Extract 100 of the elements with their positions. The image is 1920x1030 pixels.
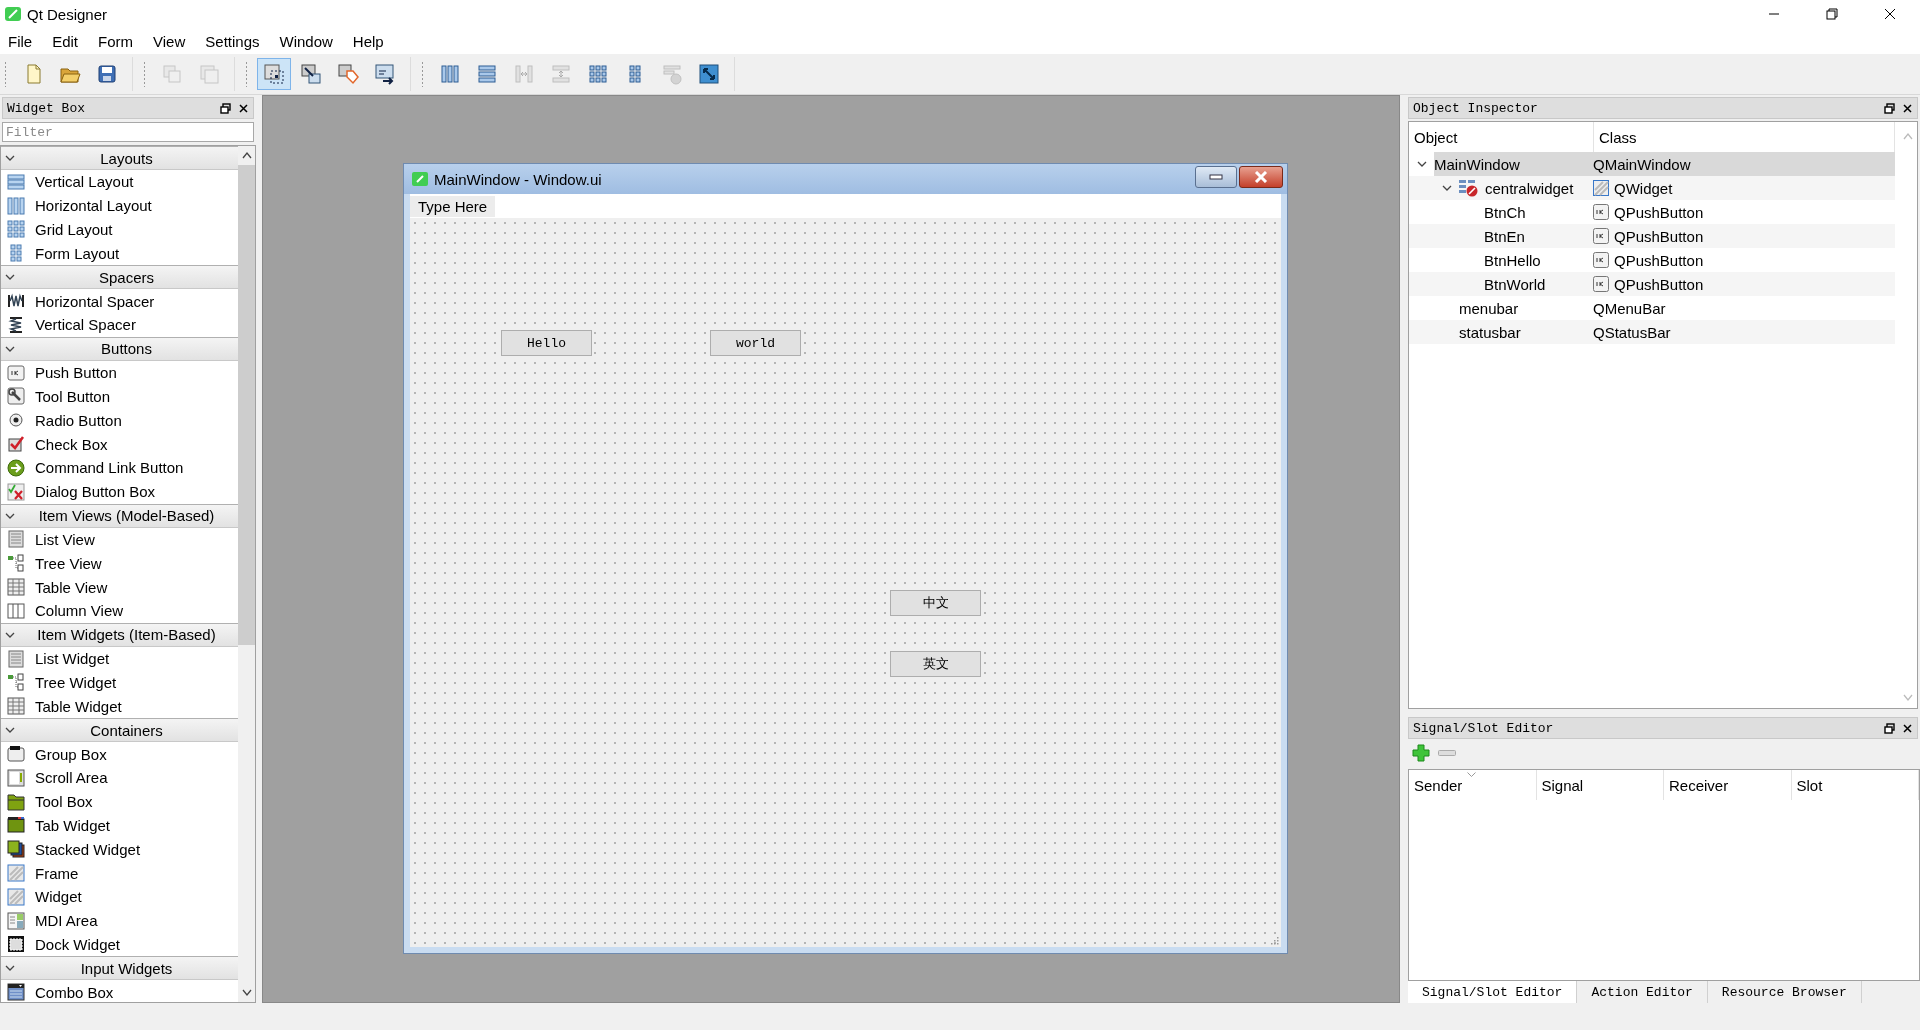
float-icon[interactable] (1884, 102, 1895, 114)
widget-item[interactable]: Vertical Layout (1, 170, 238, 194)
close-icon[interactable] (238, 102, 249, 114)
widget-item[interactable]: List Widget (1, 646, 238, 671)
vertical-split-icon (550, 63, 572, 85)
widget-item[interactable]: List View (1, 527, 238, 552)
widget-item[interactable]: Grid Layout (1, 217, 238, 242)
add-icon[interactable] (1412, 744, 1430, 762)
category-header[interactable]: Buttons (1, 336, 238, 361)
category-header[interactable]: Input Widgets (1, 956, 238, 981)
category-header[interactable]: Item Views (Model-Based) (1, 503, 238, 528)
filter-field[interactable]: Filter (2, 122, 254, 142)
widget-item[interactable]: Tab Widget (1, 813, 238, 838)
push-button[interactable]: Hello (501, 330, 592, 356)
tab[interactable]: Signal/Slot Editor (1408, 981, 1578, 1003)
menu-item[interactable]: View (151, 30, 188, 52)
tab[interactable]: Resource Browser (1707, 981, 1862, 1003)
widget-item[interactable]: Vertical Spacer (1, 313, 238, 337)
widget-item[interactable]: MDI Area (1, 908, 238, 933)
widget-item[interactable]: Tool Button (1, 384, 238, 409)
widget-item[interactable]: Check Box (1, 432, 238, 456)
float-icon[interactable] (1884, 722, 1895, 734)
widget-item[interactable]: Push Button (1, 360, 238, 385)
object-name: statusbar (1459, 322, 1522, 343)
layout-broken-icon (1459, 179, 1479, 197)
menu-item[interactable]: Help (350, 30, 386, 52)
widget-item[interactable]: Horizontal Spacer (1, 289, 238, 313)
category-header[interactable]: Item Widgets (Item-Based) (1, 622, 238, 647)
column-header[interactable]: Receiver (1664, 770, 1792, 800)
tab[interactable]: Action Editor (1577, 981, 1708, 1003)
widget-item[interactable]: Tree Widget (1, 670, 238, 695)
restore-icon[interactable] (1826, 8, 1838, 20)
tree-row[interactable]: BtnWorld QPushButton (1409, 272, 1895, 296)
push-button[interactable]: 中文 (890, 590, 981, 616)
scrollbar[interactable] (238, 146, 255, 1002)
widget-item[interactable]: Scroll Area (1, 765, 238, 790)
list-icon (7, 649, 25, 668)
category-header[interactable]: Spacers (1, 265, 238, 290)
dock-title: Signal/Slot Editor (1413, 720, 1554, 736)
tree-row[interactable]: menubar QMenuBar (1409, 296, 1895, 320)
push-button[interactable]: world (710, 330, 801, 356)
widget-item[interactable]: Frame (1, 861, 238, 885)
push-button[interactable]: 英文 (890, 651, 981, 677)
chevron-icon[interactable] (1416, 159, 1427, 169)
chevron-icon[interactable] (5, 153, 15, 163)
object-name: BtnWorld (1484, 274, 1547, 295)
menu-item[interactable]: Window (277, 30, 335, 52)
hatched-frame-icon (7, 887, 25, 906)
widget-item[interactable]: Command Link Button (1, 455, 238, 480)
scroll-down-icon[interactable] (241, 989, 252, 997)
arrow-circle-icon (7, 458, 25, 477)
widget-item[interactable]: Dialog Button Box (1, 479, 238, 504)
class-name: QMainWindow (1593, 155, 1691, 173)
chevron-icon[interactable] (1441, 183, 1452, 193)
widget-item-label: Tool Box (35, 793, 93, 811)
tree-row[interactable]: MainWindow QMainWindow (1409, 152, 1895, 176)
menu-item[interactable]: Settings (203, 30, 262, 52)
tree-row[interactable]: BtnEn QPushButton (1409, 224, 1895, 248)
widget-item[interactable]: Tool Box (1, 789, 238, 814)
widget-item[interactable]: Group Box (1, 742, 238, 766)
widget-item[interactable]: Column View (1, 598, 238, 623)
tree-row[interactable]: centralwidget QWidget (1409, 176, 1895, 200)
resize-grip-icon[interactable] (1269, 935, 1279, 945)
tree-row[interactable]: BtnCh QPushButton (1409, 200, 1895, 224)
menu-item[interactable]: Edit (50, 30, 81, 52)
column-panes-icon (7, 601, 25, 620)
widget-item-label: Stacked Widget (35, 840, 141, 858)
menu-item[interactable]: Form (96, 30, 136, 52)
column-header[interactable]: Sender (1409, 770, 1537, 800)
widget-item[interactable]: Radio Button (1, 408, 238, 433)
close-icon[interactable] (1884, 8, 1896, 20)
close-icon[interactable] (1902, 722, 1913, 734)
checkbox-icon (7, 435, 25, 454)
widget-item[interactable]: Tree View (1, 551, 238, 576)
class-name: QPushButton (1614, 275, 1704, 293)
close-button[interactable] (1239, 166, 1283, 188)
menu-item[interactable]: File (6, 30, 35, 52)
scrollbar-thumb[interactable] (238, 165, 255, 645)
column-header[interactable]: Signal (1536, 770, 1664, 800)
widget-item-label: Tab Widget (35, 816, 111, 834)
minimize-button[interactable] (1195, 166, 1237, 188)
widget-item[interactable]: Table View (1, 575, 238, 599)
close-icon[interactable] (1902, 102, 1913, 114)
signal-slot-icon (300, 63, 322, 85)
save-icon (96, 63, 118, 85)
widget-item[interactable]: Table Widget (1, 694, 238, 719)
tree-row[interactable]: BtnHello QPushButton (1409, 248, 1895, 272)
column-header[interactable]: Slot (1791, 770, 1919, 800)
widget-item[interactable]: Dock Widget (1, 932, 238, 957)
category-header[interactable]: Layouts (1, 146, 238, 170)
menu-placeholder[interactable]: Type Here (410, 195, 496, 217)
widget-item[interactable]: Form Layout (1, 241, 238, 266)
widget-item[interactable]: Stacked Widget (1, 837, 238, 862)
widget-item[interactable]: Widget (1, 884, 238, 909)
scroll-up-icon[interactable] (241, 151, 252, 159)
widget-item[interactable]: Horizontal Layout (1, 193, 238, 218)
float-icon[interactable] (220, 102, 231, 114)
tree-row[interactable]: statusbar QStatusBar (1409, 320, 1895, 344)
widget-item[interactable]: Combo Box (1, 980, 238, 1002)
category-header[interactable]: Containers (1, 718, 238, 743)
